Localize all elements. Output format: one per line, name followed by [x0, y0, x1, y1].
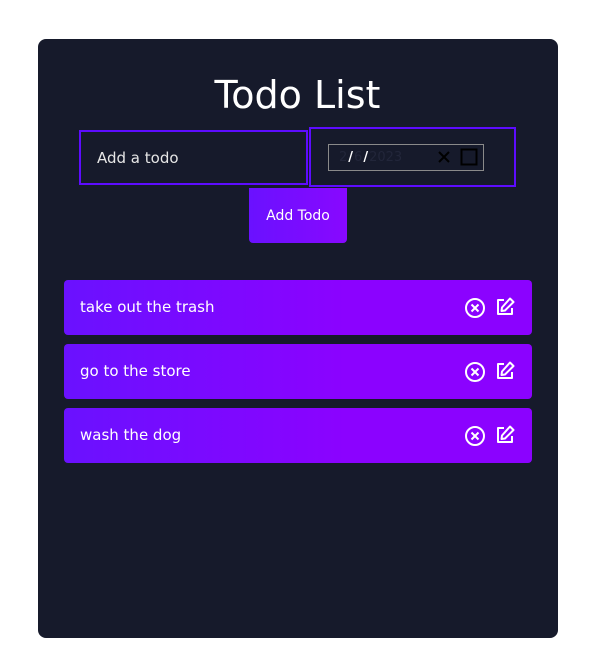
add-todo-button[interactable]: Add Todo — [249, 188, 347, 243]
calendar-icon[interactable] — [460, 148, 478, 166]
close-circle-icon[interactable] — [464, 361, 486, 383]
close-circle-icon[interactable] — [464, 425, 486, 447]
close-circle-icon[interactable] — [464, 297, 486, 319]
edit-icon[interactable] — [494, 296, 516, 318]
date-separator: / — [348, 150, 354, 165]
date-day[interactable]: 6 — [354, 150, 362, 165]
date-separator: / — [363, 150, 369, 165]
date-field-wrapper: 2 / 6 / 2023 — [309, 127, 516, 187]
todo-item: wash the dog — [64, 408, 532, 463]
todo-text: wash the dog — [80, 426, 182, 444]
date-month[interactable]: 2 — [339, 150, 347, 165]
date-year[interactable]: 2023 — [369, 150, 402, 165]
todo-input[interactable] — [79, 130, 308, 185]
page-title: Todo List — [214, 73, 381, 117]
edit-icon[interactable] — [494, 424, 516, 446]
date-input[interactable]: 2 / 6 / 2023 — [328, 144, 484, 171]
clear-icon[interactable] — [435, 148, 453, 166]
edit-icon[interactable] — [494, 360, 516, 382]
todo-text: take out the trash — [80, 298, 215, 316]
todo-text: go to the store — [80, 362, 191, 380]
todo-item: go to the store — [64, 344, 532, 399]
todo-item: take out the trash — [64, 280, 532, 335]
